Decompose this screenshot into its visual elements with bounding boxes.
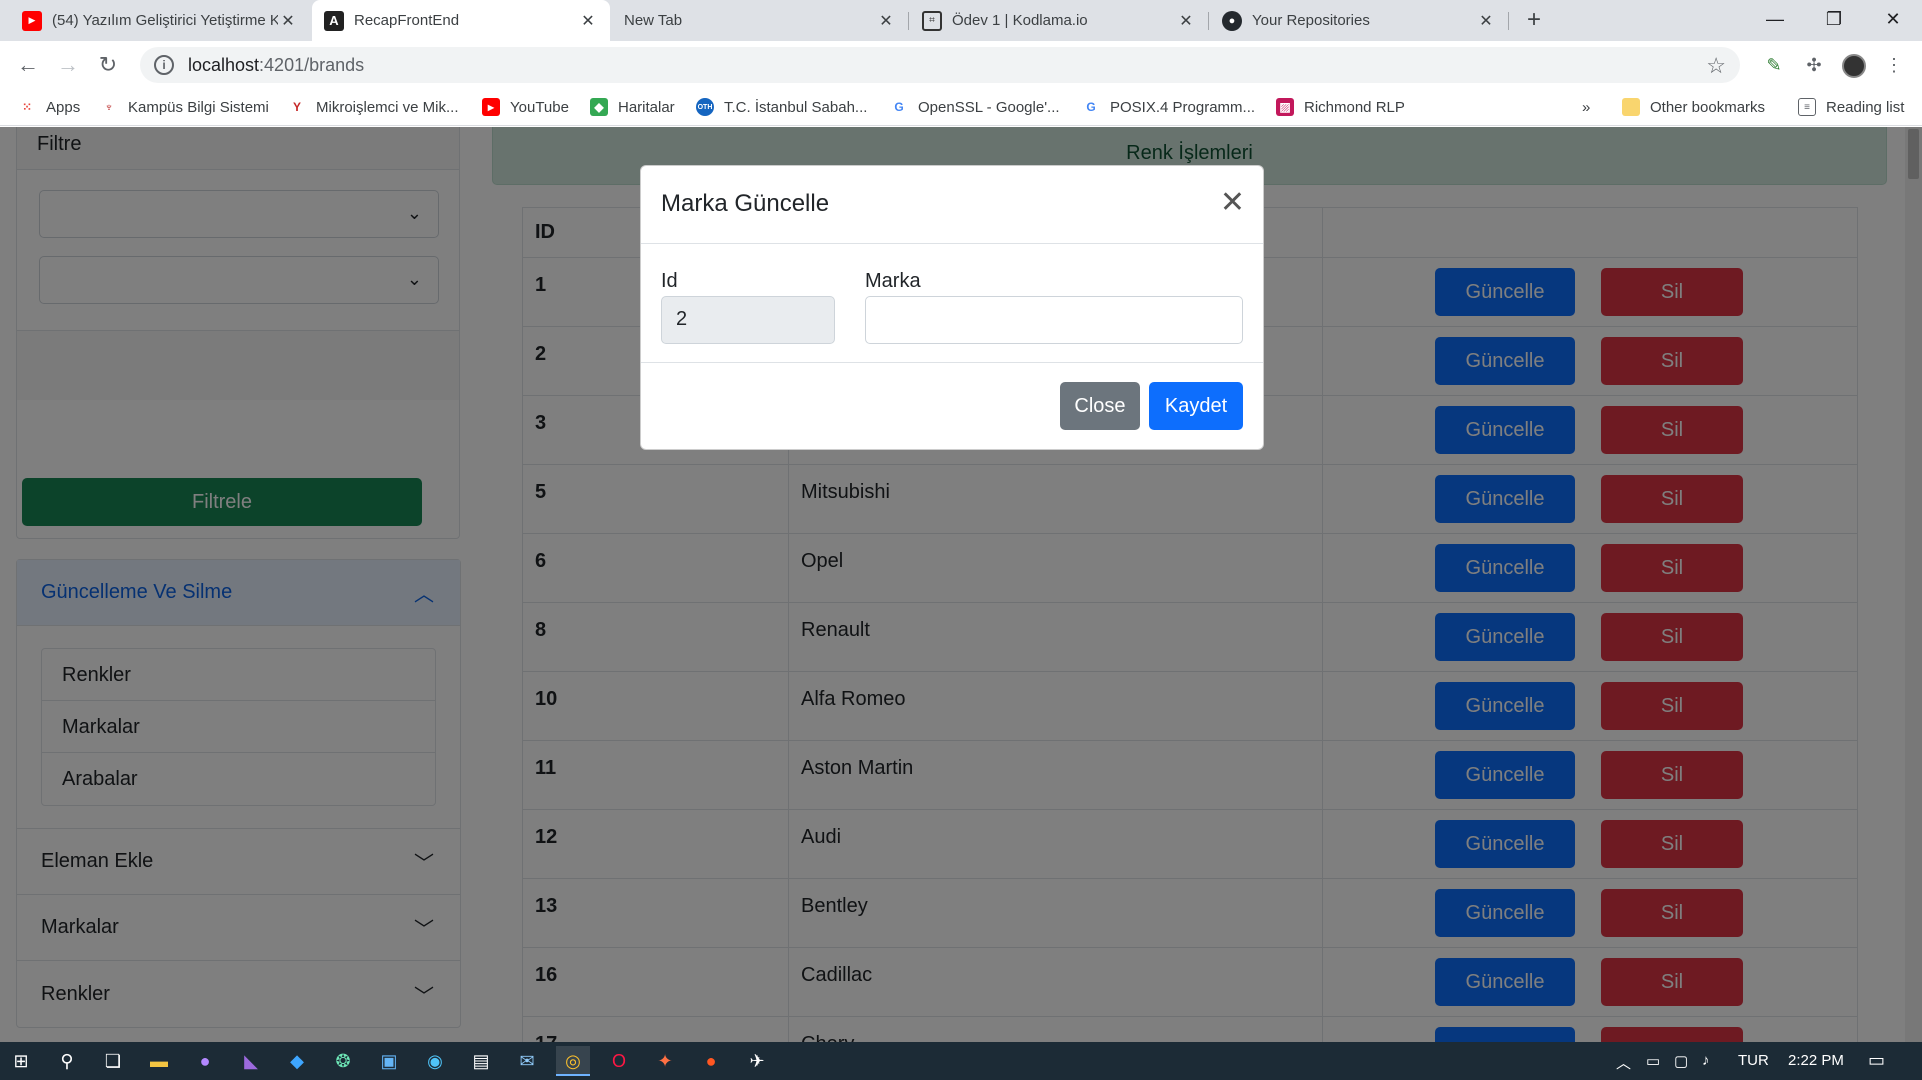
extensions-puzzle-icon[interactable]: ✣ xyxy=(1800,51,1828,79)
close-icon[interactable]: ✕ xyxy=(278,11,298,31)
bookmark-star-icon[interactable]: ☆ xyxy=(1706,53,1726,79)
bookmark-kampus[interactable]: ♆ Kampüs Bilgi Sistemi xyxy=(100,96,269,118)
vscode-icon[interactable]: ◆ xyxy=(280,1046,314,1076)
id-field: 2 xyxy=(661,296,835,344)
clock[interactable]: 2:22 PM xyxy=(1788,1052,1844,1069)
close-icon[interactable]: ✕ xyxy=(1476,11,1496,31)
edge-icon[interactable]: ◉ xyxy=(418,1046,452,1076)
back-arrow-icon: ← xyxy=(17,52,39,77)
bookmark-apps[interactable]: ⁙ Apps xyxy=(18,96,80,118)
close-icon[interactable]: ✕ xyxy=(578,11,598,31)
other-bookmarks-folder[interactable]: Other bookmarks xyxy=(1622,96,1765,118)
bookmark-sabah[interactable]: OTH T.C. İstanbul Sabah... xyxy=(696,96,867,118)
tab-new-tab[interactable]: New Tab ✕ xyxy=(612,0,908,41)
url-input[interactable]: i localhost:4201/brands ☆ xyxy=(140,47,1740,83)
save-button[interactable]: Kaydet xyxy=(1149,382,1243,430)
calendar-app-icon[interactable]: ▣ xyxy=(372,1046,406,1076)
tab-kodlama[interactable]: ⌗ Ödev 1 | Kodlama.io ✕ xyxy=(910,0,1208,41)
bookmark-haritalar[interactable]: ◆ Haritalar xyxy=(590,96,675,118)
modal-footer: Close Kaydet xyxy=(641,362,1263,450)
angular-icon: A xyxy=(324,10,344,31)
bookmark-mikro[interactable]: Y Mikroişlemci ve Mik... xyxy=(288,96,459,118)
youtube-icon: ▶ xyxy=(22,10,42,31)
app-green-icon[interactable]: ❂ xyxy=(326,1046,360,1076)
tab-bar: ▶ (54) Yazılım Geliştirici Yetiştirme K … xyxy=(0,0,1922,41)
modal-title: Marka Güncelle xyxy=(661,190,830,217)
forward-arrow-icon: → xyxy=(57,52,79,77)
store-icon[interactable]: ▤ xyxy=(464,1046,498,1076)
forward-button[interactable]: → xyxy=(52,49,84,81)
tab-separator xyxy=(1508,12,1509,30)
windows-start-icon[interactable]: ⊞ xyxy=(4,1046,38,1076)
reading-list-icon: ≡ xyxy=(1798,98,1816,116)
windows-taskbar: ⊞ ⚲ ❏ ▬ ● ◣ ◆ ❂ ▣ ◉ ▤ ✉ ◎ O ✦ ● ✈ ︿ ▭ ▢ … xyxy=(0,1042,1922,1080)
notification-icon[interactable]: ▭ xyxy=(1868,1050,1885,1071)
sabah-icon: OTH xyxy=(696,98,714,116)
google-icon: G xyxy=(894,100,904,114)
postman-icon[interactable]: ● xyxy=(694,1046,728,1076)
close-button[interactable]: Close xyxy=(1060,382,1140,430)
profile-avatar[interactable] xyxy=(1840,51,1868,79)
app-bird-icon[interactable]: ✈ xyxy=(740,1046,774,1076)
bookmarks-overflow-button[interactable]: » xyxy=(1582,96,1590,118)
tab-separator xyxy=(908,12,909,30)
github-icon: ● xyxy=(1222,10,1242,31)
close-icon[interactable]: ✕ xyxy=(1220,188,1245,218)
update-brand-modal: Marka Güncelle ✕ Id 2 Marka Close Kaydet xyxy=(640,165,1264,450)
brand-name-input[interactable] xyxy=(865,296,1243,344)
url-host: localhost xyxy=(188,54,260,75)
page-viewport: Filtre ⌄ ⌄ Filtrele Güncelleme Ve Silme … xyxy=(0,127,1922,1042)
file-explorer-icon[interactable]: ▬ xyxy=(142,1046,176,1076)
window-close-button[interactable]: ✕ xyxy=(1870,0,1916,41)
bookmarks-bar: ⁙ Apps ♆ Kampüs Bilgi Sistemi Y Mikroişlemc… xyxy=(0,88,1922,126)
github-desktop-icon[interactable]: ● xyxy=(188,1046,222,1076)
network-icon[interactable]: ▢ xyxy=(1674,1052,1688,1070)
reading-list-button[interactable]: ≡ Reading list xyxy=(1798,96,1904,118)
menu-kebab-icon[interactable]: ⋮ xyxy=(1880,51,1908,79)
maximize-button[interactable]: ❐ xyxy=(1811,0,1857,41)
opera-icon[interactable]: O xyxy=(602,1046,636,1076)
google-icon: G xyxy=(1086,100,1096,114)
tab-github[interactable]: ● Your Repositories ✕ xyxy=(1210,0,1508,41)
bookmark-openssl[interactable]: G OpenSSL - Google'... xyxy=(890,96,1059,118)
url-path: :4201/brands xyxy=(259,54,365,75)
chrome-icon[interactable]: ◎ xyxy=(556,1046,590,1076)
figma-icon[interactable]: ✦ xyxy=(648,1046,682,1076)
close-icon[interactable]: ✕ xyxy=(1176,11,1196,31)
back-button[interactable]: ← xyxy=(12,49,44,81)
bookmark-posix[interactable]: G POSIX.4 Programm... xyxy=(1082,96,1255,118)
richmond-icon: ▨ xyxy=(1276,98,1294,116)
reload-button[interactable]: ↻ xyxy=(92,49,124,81)
volume-icon[interactable]: ♪ xyxy=(1702,1052,1710,1069)
tab-recapfrontend[interactable]: A RecapFrontEnd ✕ xyxy=(312,0,610,41)
battery-icon[interactable]: ▭ xyxy=(1646,1052,1660,1070)
tab-separator xyxy=(1208,12,1209,30)
apps-grid-icon: ⁙ xyxy=(21,100,33,114)
site-info-icon[interactable]: i xyxy=(154,55,174,75)
kodlama-icon: ⌗ xyxy=(922,10,942,31)
brand-label: Marka xyxy=(865,270,921,292)
close-icon[interactable]: ✕ xyxy=(876,11,896,31)
tab-youtube[interactable]: ▶ (54) Yazılım Geliştirici Yetiştirme K … xyxy=(10,0,310,41)
minimize-button[interactable]: — xyxy=(1752,0,1798,41)
maps-icon: ◆ xyxy=(590,98,608,116)
mikro-icon: Y xyxy=(292,100,301,114)
new-tab-button[interactable]: + xyxy=(1520,6,1548,34)
bookmark-youtube[interactable]: ▶ YouTube xyxy=(482,96,569,118)
language-indicator[interactable]: TUR xyxy=(1738,1052,1769,1069)
address-bar: ← → ↻ i localhost:4201/brands ☆ ✎ ✣ ⋮ xyxy=(0,41,1922,88)
mail-icon[interactable]: ✉ xyxy=(510,1046,544,1076)
visual-studio-icon[interactable]: ◣ xyxy=(234,1046,268,1076)
reload-icon: ↻ xyxy=(98,52,118,77)
youtube-icon: ▶ xyxy=(482,98,500,116)
folder-icon xyxy=(1622,98,1640,116)
modal-header: Marka Güncelle ✕ xyxy=(641,166,1263,244)
id-label: Id xyxy=(661,270,678,292)
bookmark-richmond[interactable]: ▨ Richmond RLP xyxy=(1276,96,1405,118)
task-view-icon[interactable]: ❏ xyxy=(96,1046,130,1076)
extension-pen-icon[interactable]: ✎ xyxy=(1760,51,1788,79)
search-icon[interactable]: ⚲ xyxy=(50,1046,84,1076)
tray-chevron-up-icon[interactable]: ︿ xyxy=(1616,1052,1631,1073)
kampus-icon: ♆ xyxy=(104,100,114,114)
